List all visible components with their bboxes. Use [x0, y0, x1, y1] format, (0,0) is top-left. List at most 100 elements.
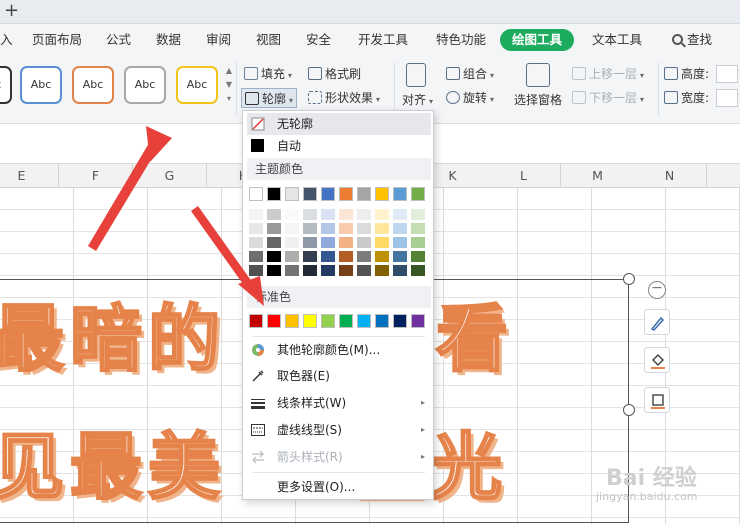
theme-color-tint[interactable]	[411, 265, 425, 276]
theme-color-tint[interactable]	[303, 209, 317, 220]
theme-color-tint[interactable]	[321, 265, 335, 276]
theme-color-tint[interactable]	[357, 265, 371, 276]
menu-drawing-tools[interactable]: 绘图工具	[500, 29, 575, 51]
menu-page-layout[interactable]: 页面布局	[32, 24, 82, 56]
more-outline-colors-item[interactable]: 其他轮廓颜色(M)...	[247, 339, 431, 361]
theme-color-tint[interactable]	[339, 265, 353, 276]
group-button[interactable]: 组合 ▾	[446, 64, 494, 84]
fill-button[interactable]: 填充 ▾	[244, 64, 292, 84]
theme-color-tint[interactable]	[339, 251, 353, 262]
resize-handle-top-right[interactable]	[623, 273, 635, 285]
style-float-button[interactable]	[644, 309, 670, 335]
theme-color-tint[interactable]	[357, 223, 371, 234]
column-header-g[interactable]: G	[133, 164, 207, 188]
theme-color-swatch[interactable]	[357, 187, 371, 201]
theme-color-tint[interactable]	[303, 265, 317, 276]
menu-developer[interactable]: 开发工具	[358, 24, 408, 56]
theme-color-tint[interactable]	[393, 223, 407, 234]
theme-color-swatch[interactable]	[321, 187, 335, 201]
column-header-n[interactable]: N	[633, 164, 707, 188]
theme-color-tint[interactable]	[375, 265, 389, 276]
theme-color-tint[interactable]	[285, 237, 299, 248]
theme-color-swatch[interactable]	[267, 187, 281, 201]
shape-effect-button[interactable]: 形状效果 ▾	[308, 88, 380, 108]
theme-color-tint[interactable]	[393, 209, 407, 220]
scroll-down-icon[interactable]: ▼	[224, 78, 234, 92]
theme-color-tint[interactable]	[303, 223, 317, 234]
theme-color-tint[interactable]	[411, 223, 425, 234]
theme-color-tint[interactable]	[249, 209, 263, 220]
shape-style-0[interactable]: Abc	[0, 66, 12, 104]
shape-style-4[interactable]: Abc	[176, 66, 218, 104]
menu-insert[interactable]: 入	[0, 24, 13, 56]
theme-color-tint[interactable]	[357, 237, 371, 248]
outline-float-button[interactable]	[644, 387, 670, 413]
theme-color-tint[interactable]	[339, 237, 353, 248]
menu-search[interactable]: 查找	[672, 24, 712, 56]
theme-color-tint[interactable]	[285, 223, 299, 234]
format-painter-button[interactable]: 格式刷	[308, 64, 361, 84]
theme-color-swatch[interactable]	[339, 187, 353, 201]
theme-color-tint[interactable]	[339, 209, 353, 220]
selection-pane-icon[interactable]	[526, 63, 550, 87]
expand-icon[interactable]: ▾	[224, 92, 234, 106]
theme-color-tint[interactable]	[249, 237, 263, 248]
theme-color-tint[interactable]	[267, 251, 281, 262]
column-header-e[interactable]: E	[0, 164, 59, 188]
send-backward-button[interactable]: 下移一层 ▾	[572, 88, 644, 108]
theme-color-swatch[interactable]	[303, 187, 317, 201]
theme-color-tint[interactable]	[267, 209, 281, 220]
menu-security[interactable]: 安全	[306, 24, 331, 56]
theme-color-swatch[interactable]	[393, 187, 407, 201]
auto-color-item[interactable]: 自动	[247, 135, 431, 157]
standard-color-swatch[interactable]	[357, 314, 371, 328]
theme-color-swatch[interactable]	[411, 187, 425, 201]
theme-color-swatch[interactable]	[285, 187, 299, 201]
theme-color-tint[interactable]	[267, 265, 281, 276]
line-style-item[interactable]: 线条样式(W) ▸	[247, 392, 431, 414]
scroll-up-icon[interactable]: ▲	[224, 64, 234, 78]
standard-color-swatch[interactable]	[249, 314, 263, 328]
theme-color-tint[interactable]	[411, 251, 425, 262]
theme-color-tint[interactable]	[321, 237, 335, 248]
standard-color-swatch[interactable]	[411, 314, 425, 328]
theme-color-tint[interactable]	[393, 251, 407, 262]
styles-scroll[interactable]: ▲ ▼ ▾	[224, 64, 234, 108]
menu-data[interactable]: 数据	[156, 24, 181, 56]
width-input[interactable]	[716, 89, 738, 107]
standard-color-swatch[interactable]	[303, 314, 317, 328]
align-icon[interactable]	[406, 63, 426, 87]
standard-color-swatch[interactable]	[285, 314, 299, 328]
rotate-button[interactable]: 旋转 ▾	[446, 88, 494, 108]
theme-color-tint[interactable]	[303, 251, 317, 262]
standard-color-swatch[interactable]	[267, 314, 281, 328]
shape-style-1[interactable]: Abc	[20, 66, 62, 104]
theme-color-tint[interactable]	[285, 251, 299, 262]
theme-color-tint[interactable]	[375, 237, 389, 248]
standard-color-swatch[interactable]	[393, 314, 407, 328]
column-header-f[interactable]: F	[59, 164, 133, 188]
menu-formulas[interactable]: 公式	[106, 24, 131, 56]
theme-color-swatch[interactable]	[375, 187, 389, 201]
theme-color-tint[interactable]	[357, 209, 371, 220]
theme-color-tint[interactable]	[321, 251, 335, 262]
collapse-float-toolbar[interactable]: −	[648, 281, 666, 299]
theme-color-tint[interactable]	[375, 251, 389, 262]
standard-color-swatch[interactable]	[339, 314, 353, 328]
menu-view[interactable]: 视图	[256, 24, 281, 56]
column-header-m[interactable]: M	[561, 164, 635, 188]
theme-color-tint[interactable]	[393, 237, 407, 248]
column-header-l[interactable]: L	[487, 164, 561, 188]
theme-color-tint[interactable]	[267, 237, 281, 248]
theme-color-tint[interactable]	[285, 209, 299, 220]
theme-color-tint[interactable]	[393, 265, 407, 276]
theme-color-tint[interactable]	[411, 209, 425, 220]
theme-color-tint[interactable]	[375, 223, 389, 234]
arrow-style-item[interactable]: 箭头样式(R) ▸	[247, 446, 431, 468]
theme-color-tint[interactable]	[375, 209, 389, 220]
outline-button[interactable]: 轮廓 ▾	[241, 88, 298, 108]
theme-color-tint[interactable]	[411, 237, 425, 248]
standard-color-swatch[interactable]	[321, 314, 335, 328]
column-header-next[interactable]	[707, 164, 740, 188]
fill-float-button[interactable]	[644, 347, 670, 373]
